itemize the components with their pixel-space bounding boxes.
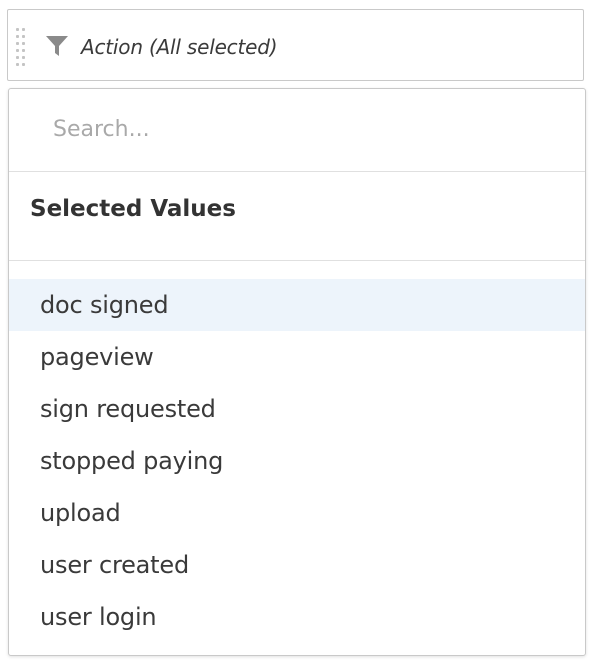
value-item[interactable]: user login <box>9 591 585 643</box>
value-item[interactable]: doc signed <box>9 279 585 331</box>
funnel-icon <box>46 36 68 56</box>
value-list: doc signed pageview sign requested stopp… <box>9 279 585 643</box>
value-item[interactable]: sign requested <box>9 383 585 435</box>
search-row <box>9 89 585 172</box>
drag-handle-icon[interactable] <box>16 28 28 66</box>
selected-values-header: Selected Values <box>30 196 236 222</box>
divider <box>9 260 585 261</box>
filter-dropdown: Selected Values doc signed pageview sign… <box>8 88 586 656</box>
value-item[interactable]: upload <box>9 487 585 539</box>
search-input[interactable] <box>33 107 553 151</box>
value-item[interactable]: pageview <box>9 331 585 383</box>
value-item[interactable]: stopped paying <box>9 435 585 487</box>
filter-title[interactable]: Action (All selected) <box>81 34 278 60</box>
value-item[interactable]: user created <box>9 539 585 591</box>
filter-bar[interactable]: Action (All selected) <box>7 9 584 81</box>
